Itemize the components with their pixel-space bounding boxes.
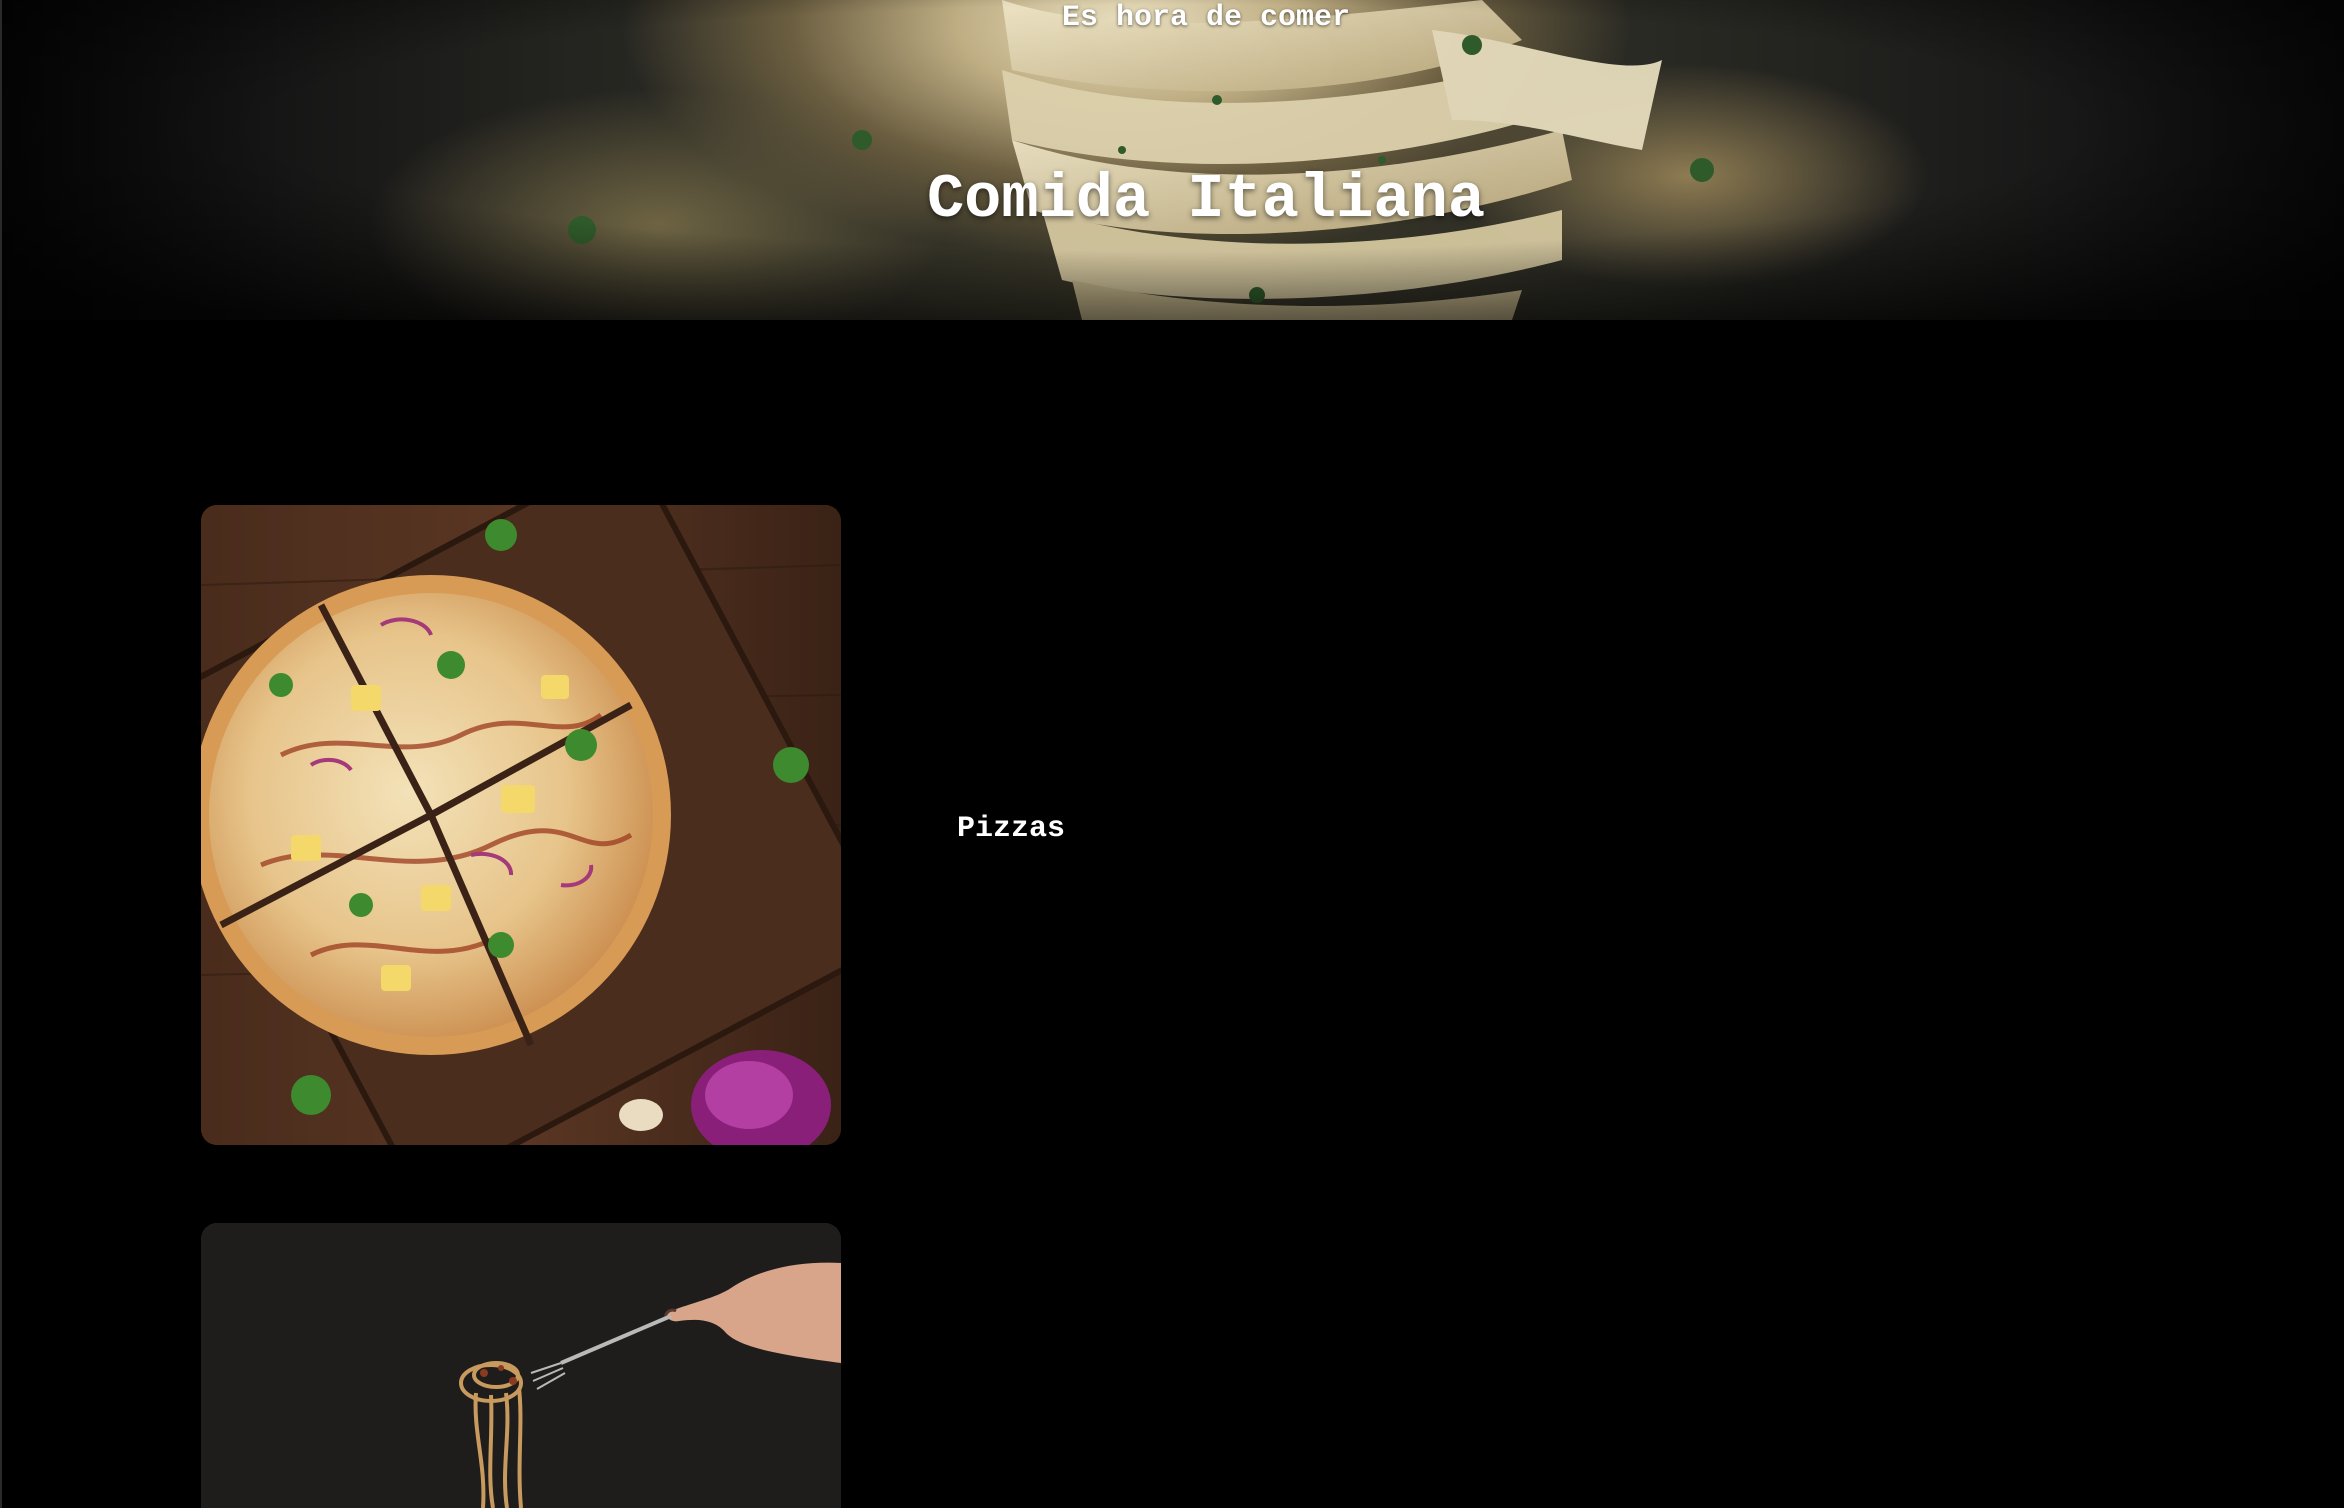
pasta-card-image[interactable] [201,1223,841,1508]
pasta-photo [201,1223,841,1508]
hero-banner: Es hora de comer Comida Italiana [2,0,2344,320]
page-title: Comida Italiana [926,164,1486,235]
pizza-photo [201,505,841,1145]
hero-eyebrow: Es hora de comer [1061,1,1351,35]
pasta-hero-photo [2,0,2344,320]
pizza-card-image[interactable] [201,505,841,1145]
menu-item-label[interactable]: Pizzas [957,809,1065,849]
